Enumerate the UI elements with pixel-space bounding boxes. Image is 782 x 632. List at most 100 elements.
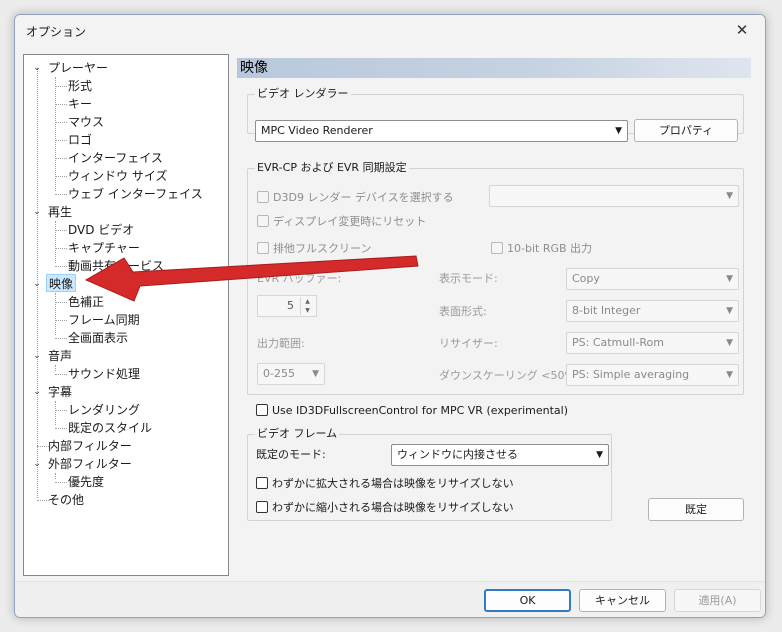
- tree-item-video-sharing[interactable]: 動画共有サービス: [68, 257, 164, 275]
- tree-item-capture[interactable]: キャプチャー: [68, 239, 140, 257]
- title-bar: オプション ✕: [15, 15, 765, 47]
- tree-item-player[interactable]: プレーヤー: [48, 59, 108, 77]
- ten-bit-label: 10-bit RGB 出力: [507, 242, 593, 255]
- output-range-value: 0-255: [263, 367, 295, 380]
- default-mode-label: 既定のモード:: [256, 448, 326, 461]
- default-mode-value: ウィンドウに内接させる: [397, 448, 518, 461]
- window-title: オプション: [26, 25, 87, 39]
- dialog-footer: OK キャンセル 適用(A): [15, 581, 765, 617]
- downscaling-label: ダウンスケーリング <50%:: [439, 369, 579, 382]
- resizer-value: PS: Catmull-Rom: [572, 336, 664, 349]
- chevron-down-icon: ▼: [726, 191, 733, 201]
- chevron-down-icon[interactable]: ⌄: [31, 203, 43, 221]
- downscaling-value: PS: Simple averaging: [572, 368, 690, 381]
- tree-item-frame-sync[interactable]: フレーム同期: [68, 311, 140, 329]
- checkbox-icon: [491, 242, 503, 254]
- tree-item-web-interface[interactable]: ウェブ インターフェイス: [68, 185, 203, 203]
- chevron-down-icon[interactable]: ⌄: [31, 347, 43, 365]
- chevron-down-icon: ▼: [726, 274, 733, 284]
- fullscreen-control-checkbox[interactable]: Use ID3DFullscreenControl for MPC VR (ex…: [256, 403, 568, 419]
- no-enlarge-label: わずかに拡大される場合は映像をリサイズしない: [272, 477, 514, 490]
- chevron-down-icon[interactable]: ⌄: [31, 455, 43, 473]
- chevron-down-icon[interactable]: ⌄: [31, 59, 43, 77]
- chevron-down-icon: ▼: [726, 370, 733, 380]
- output-range-select[interactable]: 0-255 ▼: [257, 363, 325, 385]
- chevron-down-icon: ▼: [726, 338, 733, 348]
- tree-item-dvd[interactable]: DVD ビデオ: [68, 221, 134, 239]
- chevron-down-icon: ▼: [726, 306, 733, 316]
- d3d9-device-select[interactable]: ▼: [489, 185, 739, 207]
- options-dialog: オプション ✕ ⌄ プレーヤー 形式 キー マウス ロゴ インターフェイス ウィ…: [14, 14, 766, 618]
- tree-item-mouse[interactable]: マウス: [68, 113, 104, 131]
- tree-item-keys[interactable]: キー: [68, 95, 92, 113]
- checkbox-icon: [257, 215, 269, 227]
- spinner-arrows-icon[interactable]: ▲ ▼: [300, 297, 314, 315]
- resizer-label: リサイザー:: [439, 337, 498, 350]
- no-shrink-label: わずかに縮小される場合は映像をリサイズしない: [272, 501, 514, 514]
- default-mode-select[interactable]: ウィンドウに内接させる ▼: [391, 444, 609, 466]
- reset-on-display-change-checkbox[interactable]: ディスプレイ変更時にリセット: [257, 214, 426, 230]
- evr-buffer-value: 5: [287, 299, 294, 312]
- no-shrink-checkbox[interactable]: わずかに縮小される場合は映像をリサイズしない: [256, 500, 514, 516]
- evr-buffer-spinner[interactable]: 5 ▲ ▼: [257, 295, 317, 317]
- resizer-select[interactable]: PS: Catmull-Rom ▼: [566, 332, 739, 354]
- d3d9-device-label: D3D9 レンダー デバイスを選択する: [273, 191, 454, 204]
- downscaling-select[interactable]: PS: Simple averaging ▼: [566, 364, 739, 386]
- checkbox-icon: [256, 501, 268, 513]
- cancel-button[interactable]: キャンセル: [579, 589, 666, 612]
- tree-item-fullscreen[interactable]: 全画面表示: [68, 329, 128, 347]
- tree-item-interface[interactable]: インターフェイス: [68, 149, 163, 167]
- chevron-down-icon: ▼: [312, 369, 319, 379]
- no-enlarge-checkbox[interactable]: わずかに拡大される場合は映像をリサイズしない: [256, 476, 514, 492]
- tree-item-priority[interactable]: 優先度: [68, 473, 104, 491]
- tree-item-external-filters[interactable]: 外部フィルター: [48, 455, 132, 473]
- chevron-down-icon: ▼: [596, 450, 603, 460]
- chevron-down-icon[interactable]: ⌄: [31, 383, 43, 401]
- evr-buffer-label: EVR バッファー:: [257, 272, 342, 285]
- properties-button[interactable]: プロパティ: [634, 119, 738, 142]
- ok-button[interactable]: OK: [484, 589, 571, 612]
- close-icon[interactable]: ✕: [719, 15, 765, 45]
- checkbox-icon: [257, 242, 269, 254]
- tree-item-window-size[interactable]: ウィンドウ サイズ: [68, 167, 167, 185]
- tree-item-format[interactable]: 形式: [68, 77, 92, 95]
- defaults-button[interactable]: 既定: [648, 498, 744, 521]
- display-mode-label: 表示モード:: [439, 272, 498, 285]
- tree-item-default-style[interactable]: 既定のスタイル: [68, 419, 152, 437]
- chevron-down-icon[interactable]: ⌄: [31, 275, 43, 293]
- tree-item-sound-processing[interactable]: サウンド処理: [68, 365, 140, 383]
- video-renderer-label: ビデオ レンダラー: [255, 87, 351, 101]
- settings-page: 映像 ビデオ レンダラー MPC Video Renderer ▼ プロパティ …: [234, 54, 756, 576]
- checkbox-icon: [256, 404, 268, 416]
- tree-item-rendering[interactable]: レンダリング: [68, 401, 140, 419]
- exclusive-label: 排他フルスクリーン: [273, 242, 372, 255]
- tree-item-subtitles[interactable]: 字幕: [48, 383, 72, 401]
- surface-format-select[interactable]: 8-bit Integer ▼: [566, 300, 739, 322]
- tree-item-video[interactable]: 映像: [46, 274, 77, 292]
- evr-group-label: EVR-CP および EVR 同期設定: [255, 161, 409, 175]
- output-range-label: 出力範囲:: [257, 337, 305, 350]
- tree-item-color-correction[interactable]: 色補正: [68, 293, 104, 311]
- ten-bit-rgb-checkbox[interactable]: 10-bit RGB 出力: [491, 241, 592, 257]
- chevron-down-icon: ▼: [615, 126, 622, 136]
- options-tree[interactable]: ⌄ プレーヤー 形式 キー マウス ロゴ インターフェイス ウィンドウ サイズ …: [23, 54, 229, 576]
- reset-label: ディスプレイ変更時にリセット: [273, 215, 427, 228]
- d3d9-device-checkbox[interactable]: D3D9 レンダー デバイスを選択する: [257, 190, 454, 206]
- surface-format-value: 8-bit Integer: [572, 304, 641, 317]
- tree-item-other[interactable]: その他: [48, 491, 84, 509]
- display-mode-value: Copy: [572, 272, 600, 285]
- checkbox-icon: [257, 191, 269, 203]
- tree-item-audio[interactable]: 音声: [48, 347, 72, 365]
- exclusive-fullscreen-checkbox[interactable]: 排他フルスクリーン: [257, 241, 371, 257]
- tree-item-playback[interactable]: 再生: [48, 203, 72, 221]
- page-title: 映像: [237, 58, 751, 78]
- surface-format-label: 表面形式:: [439, 305, 487, 318]
- display-mode-select[interactable]: Copy ▼: [566, 268, 739, 290]
- renderer-select[interactable]: MPC Video Renderer ▼: [255, 120, 628, 142]
- fullscreen-control-label: Use ID3DFullscreenControl for MPC VR (ex…: [272, 404, 569, 417]
- tree-item-logo[interactable]: ロゴ: [68, 131, 92, 149]
- tree-item-internal-filters[interactable]: 内部フィルター: [48, 437, 132, 455]
- apply-button[interactable]: 適用(A): [674, 589, 761, 612]
- renderer-value: MPC Video Renderer: [261, 124, 373, 137]
- checkbox-icon: [256, 477, 268, 489]
